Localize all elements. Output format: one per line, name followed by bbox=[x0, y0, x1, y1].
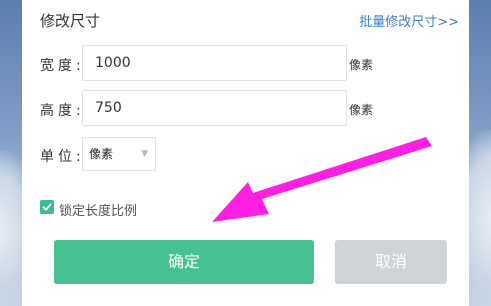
width-unit: 像素 bbox=[349, 58, 374, 72]
unit-select-value: 像素 bbox=[89, 147, 114, 161]
height-unit: 像素 bbox=[349, 103, 374, 117]
lock-ratio-label: 锁定长度比例 bbox=[59, 204, 138, 219]
width-input[interactable]: 1000 bbox=[82, 45, 347, 81]
lock-ratio-checkbox[interactable] bbox=[40, 200, 54, 214]
height-input[interactable]: 750 bbox=[82, 90, 347, 126]
height-label: 高度: bbox=[40, 103, 85, 119]
resize-dialog: 修改尺寸 批量修改尺寸>> 宽度: 1000 像素 高度: 750 像素 单位:… bbox=[22, 0, 469, 306]
chevron-down-icon: ▼ bbox=[141, 149, 148, 159]
unit-select[interactable]: 像素 ▼ bbox=[82, 137, 156, 171]
screen: 修改尺寸 批量修改尺寸>> 宽度: 1000 像素 高度: 750 像素 单位:… bbox=[0, 0, 491, 306]
checkmark-icon bbox=[42, 203, 52, 211]
batch-resize-link[interactable]: 批量修改尺寸>> bbox=[359, 11, 459, 30]
confirm-button[interactable]: 确定 bbox=[54, 240, 314, 284]
width-label: 宽度: bbox=[40, 58, 85, 74]
unit-label: 单位: bbox=[40, 149, 85, 165]
cancel-button[interactable]: 取消 bbox=[335, 240, 447, 284]
dialog-title: 修改尺寸 bbox=[40, 12, 101, 30]
